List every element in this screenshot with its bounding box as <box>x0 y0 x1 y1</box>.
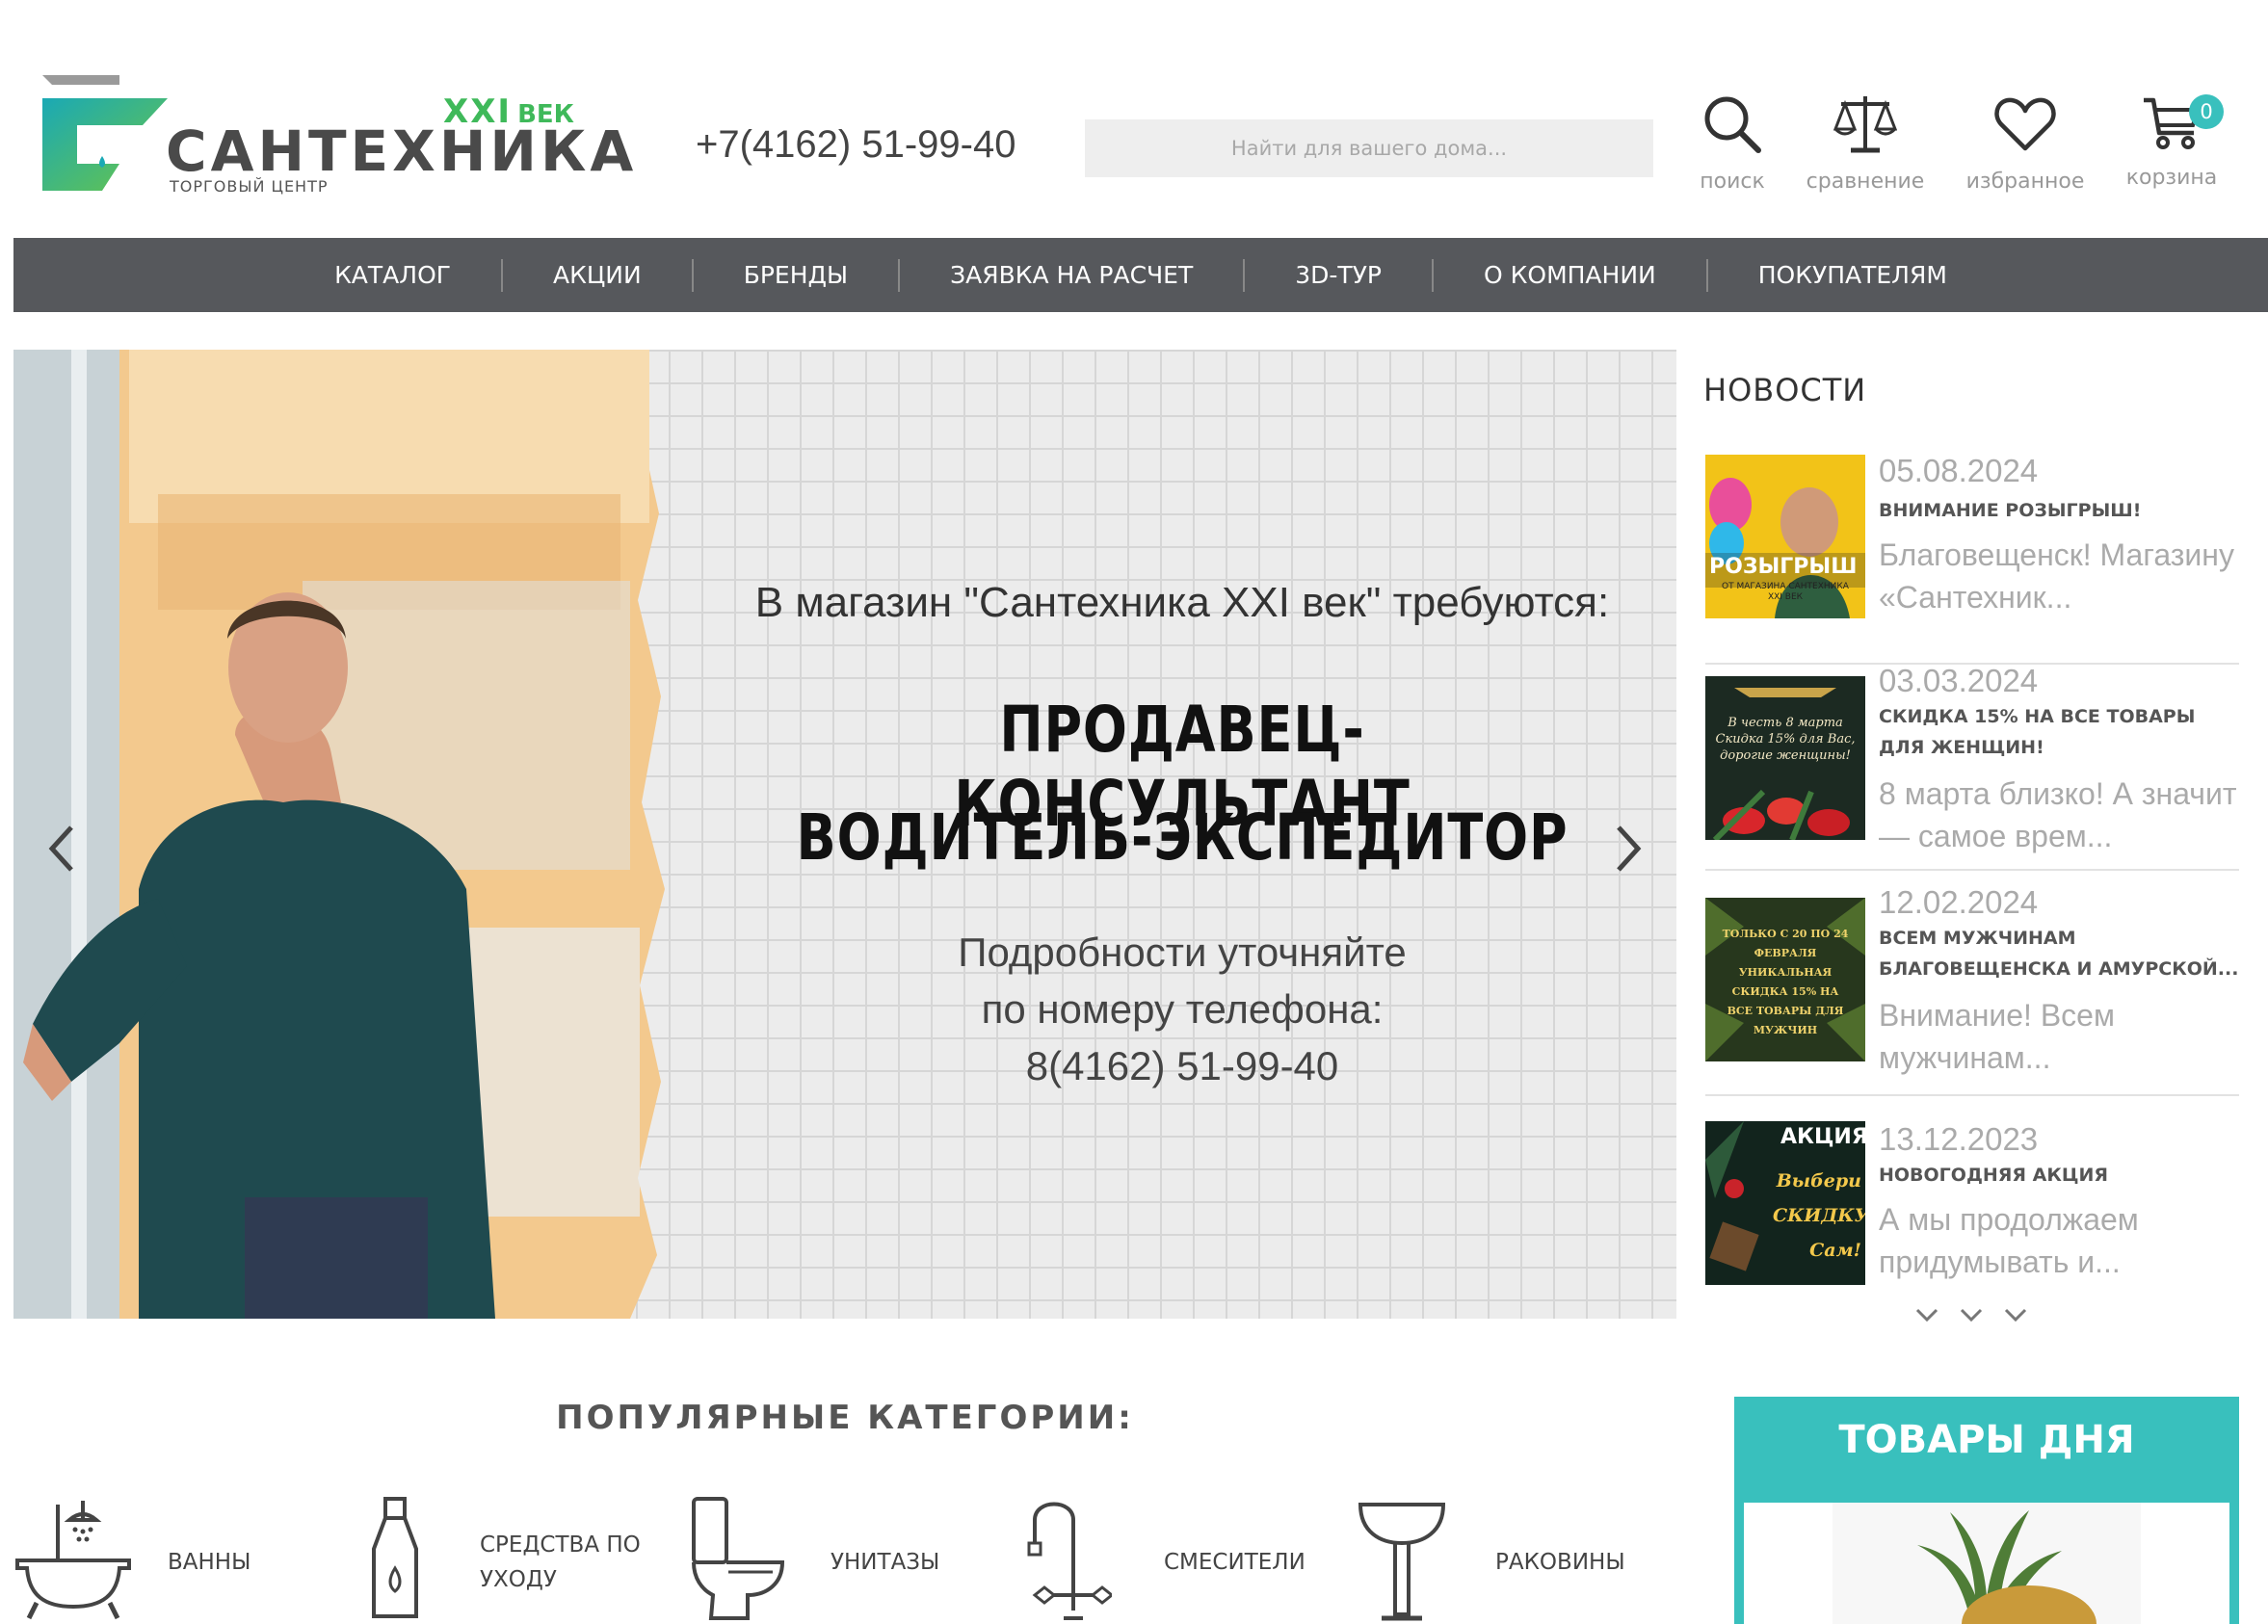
search-icon <box>1704 96 1761 153</box>
news-thumbnail: В честь 8 марта Скидка 15% для Вас, доро… <box>1705 676 1865 840</box>
news-item[interactable]: ТОЛЬКО С 20 ПО 24 ФЕВРАЛЯ УНИКАЛЬНАЯ СКИ… <box>1705 884 2239 1096</box>
favorites-label: избранное <box>1965 170 2085 194</box>
logo-mark-icon <box>42 75 168 191</box>
category-label: СМЕСИТЕЛИ <box>1164 1550 1305 1575</box>
search-box <box>1085 119 1653 177</box>
news-thumbnail: ТОЛЬКО С 20 ПО 24 ФЕВРАЛЯ УНИКАЛЬНАЯ СКИ… <box>1705 898 1865 1061</box>
site-header: XXI ВЕК САНТЕХНИКА ТОРГОВЫЙ ЦЕНТР +7(4162… <box>0 0 2268 237</box>
news-title[interactable]: НОВОГОДНЯЯ АКЦИЯ <box>1879 1160 2239 1191</box>
logo-subtitle: ТОРГОВЫЙ ЦЕНТР <box>170 177 329 196</box>
news-thumbnail-subtext: ОТ МАГАЗИНА САНТЕХНИКА XXI ВЕК <box>1722 582 1849 602</box>
news-item[interactable]: РОЗЫГРЫШ ОТ МАГАЗИНА САНТЕХНИКА XXI ВЕК … <box>1705 453 2239 665</box>
cart-button[interactable]: 0 корзина <box>2104 92 2239 208</box>
category-label: УХОДУ <box>480 1567 557 1592</box>
popular-categories-heading: ПОПУЛЯРНЫЕ КАТЕГОРИИ: <box>556 1399 1134 1437</box>
toilet-icon <box>692 1497 785 1620</box>
news-title[interactable]: СКИДКА 15% НА ВСЕ ТОВАРЫ ДЛЯ ЖЕНЩИН! <box>1879 701 2239 763</box>
nav-item-brands[interactable]: БРЕНДЫ <box>694 258 901 292</box>
nav-item-calculation-request[interactable]: ЗАЯВКА НА РАСЧЕТ <box>900 258 1246 292</box>
news-thumbnail-subtext: Выбери СКИДКУ Сам! <box>1773 1170 1865 1261</box>
news-title[interactable]: ВНИМАНИЕ РОЗЫГРЫШ! <box>1879 495 2239 526</box>
news-excerpt: Благовещенск! Магазину «Сантехник... <box>1879 537 2234 615</box>
bottle-icon <box>372 1497 418 1618</box>
category-baths[interactable]: ВАННЫ <box>13 1495 322 1624</box>
news-excerpt: 8 марта близко! А значит — самое врем... <box>1879 776 2237 853</box>
cart-count-badge: 0 <box>2189 94 2224 129</box>
slide-details-phone: 8(4162) 51-99-40 <box>1025 1043 1339 1088</box>
slide-photo <box>13 350 665 1319</box>
logo[interactable]: XXI ВЕК САНТЕХНИКА ТОРГОВЫЙ ЦЕНТР <box>39 69 633 199</box>
scales-icon <box>1833 96 1897 153</box>
cart-label: корзина <box>2125 166 2218 190</box>
search-input[interactable] <box>1085 119 1653 177</box>
news-date: 05.08.2024 <box>1879 453 2039 488</box>
sink-icon <box>1358 1503 1446 1621</box>
nav-item-about[interactable]: О КОМПАНИИ <box>1434 258 1708 292</box>
news-thumbnail: АКЦИЯ Выбери СКИДКУ Сам! <box>1705 1121 1865 1285</box>
news-excerpt: А мы продолжаем придумывать и... <box>1879 1202 2139 1279</box>
news-thumbnail-text: ТОЛЬКО С 20 ПО 24 ФЕВРАЛЯ УНИКАЛЬНАЯ СКИ… <box>1722 928 1849 1036</box>
search-button[interactable]: поиск <box>1665 92 1800 208</box>
search-label: поиск <box>1700 170 1765 194</box>
slide-intro-text: В магазин "Сантехника XXI век" требуются… <box>754 579 1610 626</box>
nav-item-customers[interactable]: ПОКУПАТЕЛЯМ <box>1708 259 1997 292</box>
slide-details-line1: Подробности уточняйте <box>958 930 1407 975</box>
header-phone[interactable]: +7(4162) 51-99-40 <box>696 123 1015 167</box>
main-nav: КАТАЛОГ АКЦИИ БРЕНДЫ ЗАЯВКА НА РАСЧЕТ 3D… <box>13 238 2268 312</box>
news-heading: НОВОСТИ <box>1703 372 1867 408</box>
slide-vacancy-2: ВОДИТЕЛЬ-ЭКСПЕДИТОР <box>796 800 1569 875</box>
category-label: ВАННЫ <box>168 1550 251 1575</box>
nav-item-3d-tour[interactable]: 3D-ТУР <box>1245 258 1435 292</box>
product-image <box>1833 1503 2141 1624</box>
products-of-day: ТОВАРЫ ДНЯ <box>1734 1397 2239 1624</box>
nav-item-catalog[interactable]: КАТАЛОГ <box>284 258 504 292</box>
category-sinks[interactable]: РАКОВИНЫ <box>1357 1495 1665 1624</box>
logo-title: САНТЕХНИКА <box>166 118 638 184</box>
product-card[interactable] <box>1744 1503 2229 1624</box>
news-excerpt: Внимание! Всем мужчинам... <box>1879 998 2115 1075</box>
compare-label: сравнение <box>1806 170 1925 194</box>
news-thumbnail-text: РОЗЫГРЫШ <box>1709 555 1858 579</box>
news-date: 12.02.2024 <box>1879 884 2039 920</box>
news-thumbnail-text: АКЦИЯ <box>1780 1125 1865 1149</box>
hero-slider[interactable]: В магазин "Сантехника XXI век" требуются… <box>13 350 1676 1319</box>
products-of-day-title: ТОВАРЫ ДНЯ <box>1838 1418 2135 1462</box>
news-thumbnail: РОЗЫГРЫШ ОТ МАГАЗИНА САНТЕХНИКА XXI ВЕК <box>1705 455 1865 618</box>
nav-item-promotions[interactable]: АКЦИИ <box>503 258 694 292</box>
slider-next-arrow-icon[interactable] <box>1609 820 1648 877</box>
slide-details-line2: по номеру телефона: <box>981 986 1384 1032</box>
news-date: 03.03.2024 <box>1879 663 2039 698</box>
news-item[interactable]: АКЦИЯ Выбери СКИДКУ Сам! 13.12.2023 НОВО… <box>1705 1113 2239 1287</box>
category-label: УНИТАЗЫ <box>831 1550 940 1575</box>
bathtub-icon <box>15 1501 131 1620</box>
category-care-products[interactable]: СРЕДСТВА ПО УХОДУ <box>366 1495 674 1624</box>
news-title[interactable]: ВСЕМ МУЖЧИНАМ БЛАГОВЕЩЕНСКА И АМУРСКОЙ..… <box>1879 923 2239 984</box>
news-thumbnail-text: В честь 8 марта Скидка 15% для Вас, доро… <box>1715 716 1856 763</box>
category-toilets[interactable]: УНИТАЗЫ <box>690 1495 979 1624</box>
news-item[interactable]: В честь 8 марта Скидка 15% для Вас, доро… <box>1705 663 2239 871</box>
category-label: РАКОВИНЫ <box>1495 1550 1625 1575</box>
faucet-icon <box>1027 1502 1112 1620</box>
category-mixers[interactable]: СМЕСИТЕЛИ <box>1025 1495 1333 1624</box>
favorites-button[interactable]: избранное <box>1958 92 2093 208</box>
compare-button[interactable]: сравнение <box>1798 92 1933 208</box>
category-label: СРЕДСТВА ПО <box>480 1532 641 1558</box>
heart-icon <box>1994 97 2056 151</box>
slider-prev-arrow-icon[interactable] <box>42 820 81 877</box>
news-more-chevrons-icon[interactable] <box>1912 1302 2027 1331</box>
news-date: 13.12.2023 <box>1879 1121 2039 1157</box>
